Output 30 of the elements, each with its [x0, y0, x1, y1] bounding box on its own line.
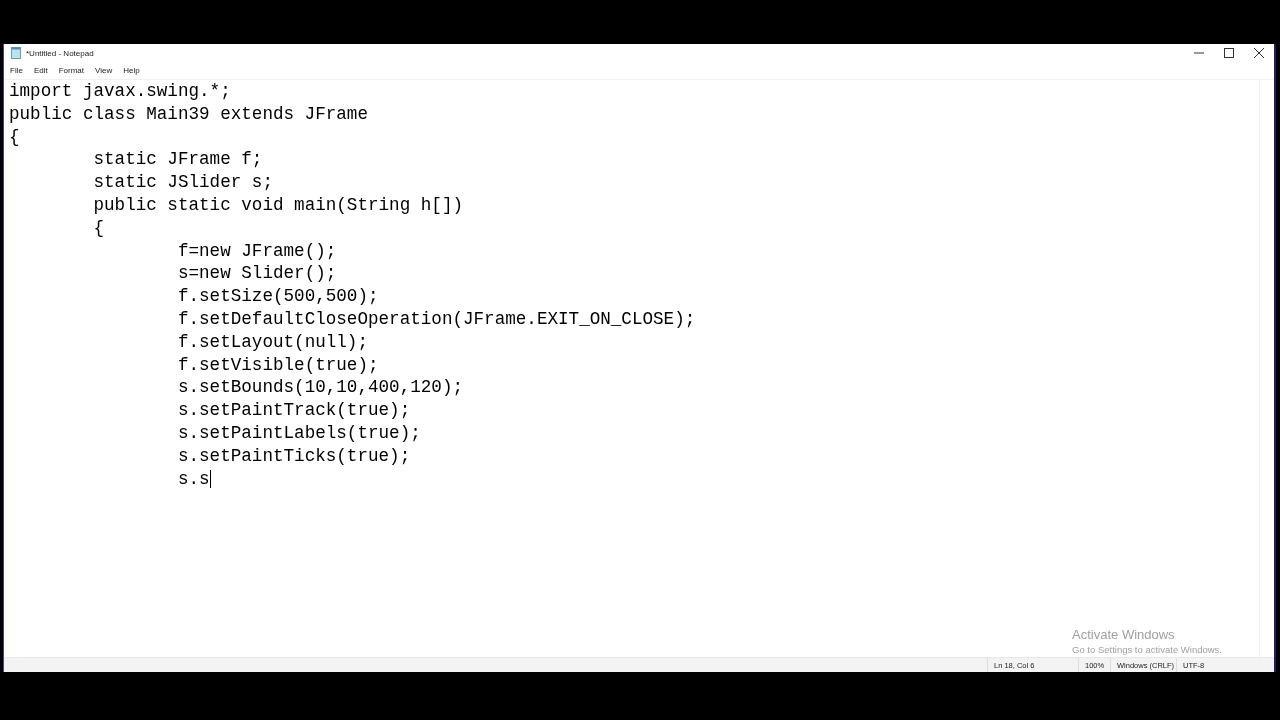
code-line: public static void main(String h[])	[92, 194, 463, 217]
activation-message: Go to Settings to activate Windows.	[1072, 644, 1222, 655]
menu-item[interactable]: View	[95, 66, 113, 75]
code-line: f=new JFrame();	[176, 239, 337, 263]
code-line: import javax.swing.*;	[9, 80, 231, 103]
code-line: s.setBounds(10,10,400,120);	[176, 376, 463, 400]
code-line: s.setPaintTicks(true);	[176, 444, 411, 468]
code-line: f.setLayout(null);	[176, 330, 368, 354]
code-line: s.s	[176, 467, 210, 491]
code-line: s.setPaintLabels(true);	[176, 421, 421, 445]
menu-item[interactable]: Help	[123, 66, 140, 75]
code-line: static JSlider s;	[92, 171, 273, 194]
activation-title: Activate Windows	[1072, 627, 1176, 642]
maximize-icon	[1224, 48, 1234, 58]
code-line: f.setDefaultCloseOperation(JFrame.EXIT_ON_CLOSE);	[176, 307, 696, 331]
notepad-icon	[11, 47, 21, 59]
menu-item[interactable]: Format	[58, 66, 85, 75]
text-cursor	[209, 469, 211, 488]
code-line: public class Main39 extends JFrame	[9, 102, 368, 126]
code-line: s.setPaintTrack(true);	[176, 399, 411, 422]
code-line: {	[92, 216, 105, 240]
code-line: f.setVisible(true);	[176, 353, 379, 377]
code-line: static JFrame f;	[92, 148, 263, 172]
code-line: s=new Slider();	[176, 262, 337, 286]
close-icon	[1254, 48, 1264, 58]
code-line: {	[9, 125, 20, 149]
menu-item[interactable]: File	[10, 66, 23, 75]
window-title: *Untitled - Notepad	[26, 48, 94, 58]
code-line: f.setSize(500,500);	[176, 285, 379, 308]
menu-item[interactable]: Edit	[33, 66, 48, 75]
